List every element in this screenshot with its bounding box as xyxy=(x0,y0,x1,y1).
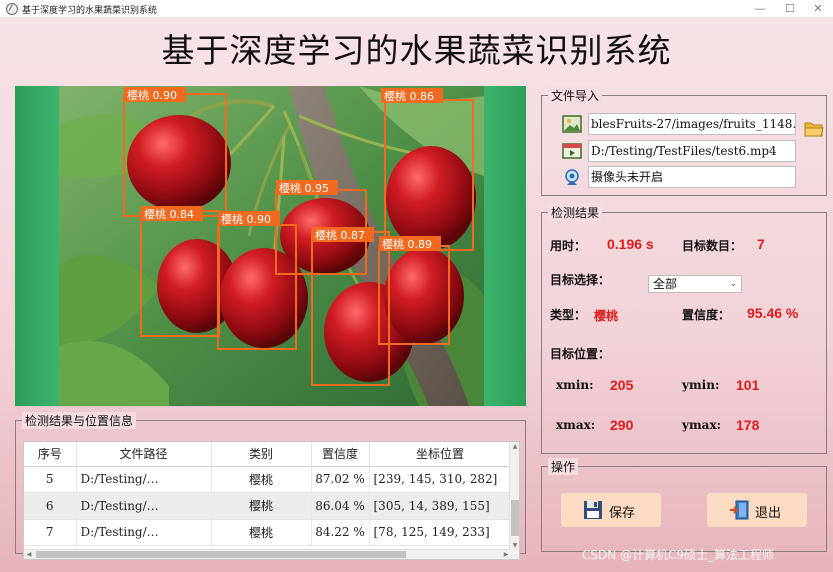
app-icon xyxy=(6,3,18,15)
cherry-photo: 樱桃 0.90 樱桃 0.86 樱桃 0.95 樱桃 0.84 樱桃 0.90 … xyxy=(59,86,484,406)
xmin-value: 205 xyxy=(610,377,634,393)
save-icon xyxy=(584,501,602,519)
save-button[interactable]: 保存 xyxy=(561,493,661,527)
close-button[interactable]: ✕ xyxy=(803,0,833,18)
column-header-index[interactable]: 序号 xyxy=(24,442,77,467)
column-header-confidence[interactable]: 置信度 xyxy=(311,442,370,467)
cell-index: 5 xyxy=(24,466,77,493)
detection-label: 樱桃 0.86 xyxy=(384,89,434,103)
image-path-field[interactable]: blesFruits-27/images/fruits_1148.jpg xyxy=(588,113,796,135)
target-select[interactable]: 全部 ⌄ xyxy=(648,275,742,293)
cell-class: 樱桃 xyxy=(211,466,312,493)
detection-label: 樱桃 0.87 xyxy=(315,228,365,242)
cell-class: 樱桃 xyxy=(211,519,312,546)
maximize-button[interactable]: ☐ xyxy=(775,0,805,18)
table-header-row: 序号 文件路径 类别 置信度 坐标位置 xyxy=(24,442,512,467)
operation-group: 操作 保存 退出 xyxy=(541,458,827,552)
cell-index: 6 xyxy=(24,492,77,520)
table-row[interactable]: 6 D:/Testing/… 樱桃 86.04 % [305, 14, 389,… xyxy=(24,492,512,520)
exit-icon xyxy=(730,500,749,520)
table-vertical-scrollbar[interactable]: ▲ ▼ xyxy=(509,442,519,559)
window-titlebar: 基于深度学习的水果蔬菜识别系统 — ☐ ✕ xyxy=(0,0,833,18)
confidence-value: 95.46 % xyxy=(747,305,799,321)
detection-label: 樱桃 0.84 xyxy=(144,207,194,221)
column-header-class[interactable]: 类别 xyxy=(211,442,312,467)
camera-status-field[interactable]: 摄像头未开启 xyxy=(588,166,796,188)
image-border-right xyxy=(484,86,526,406)
cell-confidence: 86.04 % xyxy=(311,492,370,520)
cell-confidence: 84.22 % xyxy=(311,519,370,546)
target-select-label: 目标选择： xyxy=(550,273,611,287)
cell-path: D:/Testing/… xyxy=(76,492,212,520)
type-value: 樱桃 xyxy=(594,309,619,323)
file-import-title: 文件导入 xyxy=(548,87,603,104)
video-path-field[interactable]: D:/Testing/TestFiles/test6.mp4 xyxy=(588,140,796,162)
scrollbar-thumb[interactable] xyxy=(511,500,519,536)
folder-open-icon[interactable] xyxy=(804,120,824,138)
camera-icon[interactable] xyxy=(562,167,582,187)
cell-path: D:/Testing/… xyxy=(76,519,212,546)
window-title: 基于深度学习的水果蔬菜识别系统 xyxy=(22,6,158,16)
watermark: CSDN @计算机C9硕士_算法工程师 xyxy=(582,548,775,562)
table-row[interactable]: 7 D:/Testing/… 樱桃 84.22 % [78, 125, 149,… xyxy=(24,519,512,546)
column-header-path[interactable]: 文件路径 xyxy=(76,442,212,467)
operation-title: 操作 xyxy=(548,458,579,475)
time-value: 0.196 s xyxy=(607,236,654,252)
cell-class: 樱桃 xyxy=(211,492,312,520)
ymax-label: ymax: xyxy=(682,418,722,432)
xmax-label: xmax: xyxy=(556,418,596,432)
cell-position: [305, 14, 389, 155] xyxy=(369,492,512,520)
cell-position: [78, 125, 149, 233] xyxy=(369,519,512,546)
count-value: 7 xyxy=(757,236,765,252)
save-button-label: 保存 xyxy=(609,506,636,521)
scroll-down-icon[interactable]: ▼ xyxy=(510,541,519,551)
cell-confidence: 87.02 % xyxy=(311,466,370,493)
target-select-value: 全部 xyxy=(653,277,678,291)
minimize-button[interactable]: — xyxy=(745,0,775,18)
video-file-row: D:/Testing/TestFiles/test6.mp4 xyxy=(562,140,802,162)
results-table-group: 检测结果与位置信息 序号 文件路径 类别 置信度 坐标位置 5 D:/Testi… xyxy=(15,412,526,560)
detection-result-title: 检测结果 xyxy=(548,204,603,221)
type-label: 类型： xyxy=(550,308,587,322)
detection-image-panel: 樱桃 0.90 樱桃 0.86 樱桃 0.95 樱桃 0.84 樱桃 0.90 … xyxy=(15,86,526,406)
exit-button[interactable]: 退出 xyxy=(707,493,807,527)
image-file-icon[interactable] xyxy=(562,114,582,134)
results-table-title: 检测结果与位置信息 xyxy=(22,412,137,429)
table-row[interactable]: 5 D:/Testing/… 樱桃 87.02 % [239, 145, 310… xyxy=(24,466,512,493)
cell-path: D:/Testing/… xyxy=(76,466,212,493)
position-label: 目标位置： xyxy=(550,347,611,361)
detection-label: 樱桃 0.90 xyxy=(127,88,177,102)
detection-label: 樱桃 0.90 xyxy=(221,212,271,226)
scroll-left-icon[interactable]: ◀ xyxy=(24,550,34,559)
table-horizontal-scrollbar[interactable]: ◀ ▶ xyxy=(24,549,511,559)
camera-row: 摄像头未开启 xyxy=(562,166,802,188)
detection-label: 樱桃 0.89 xyxy=(382,237,432,251)
ymax-value: 178 xyxy=(736,417,760,433)
xmax-value: 290 xyxy=(610,417,634,433)
xmin-label: xmin: xyxy=(556,378,594,392)
exit-button-label: 退出 xyxy=(755,506,782,521)
results-table: 序号 文件路径 类别 置信度 坐标位置 5 D:/Testing/… 樱桃 87… xyxy=(23,441,520,560)
ymin-value: 101 xyxy=(736,377,760,393)
file-import-group: 文件导入 blesFruits-27/images/fruits_1148.jp… xyxy=(541,87,827,196)
scroll-right-icon[interactable]: ▶ xyxy=(501,550,511,559)
count-label: 目标数目： xyxy=(682,239,743,253)
image-file-row: blesFruits-27/images/fruits_1148.jpg xyxy=(562,113,802,135)
cell-position: [239, 145, 310, 282] xyxy=(369,466,512,493)
scrollbar-thumb[interactable] xyxy=(36,551,406,558)
column-header-position[interactable]: 坐标位置 xyxy=(369,442,512,467)
chevron-down-icon: ⌄ xyxy=(729,279,737,289)
ymin-label: ymin: xyxy=(682,378,720,392)
detection-label: 樱桃 0.95 xyxy=(279,181,329,195)
detection-result-group: 检测结果 用时： 0.196 s 目标数目： 7 目标选择： 全部 ⌄ 类型： … xyxy=(541,204,827,454)
image-border-left xyxy=(15,86,59,406)
video-file-icon[interactable] xyxy=(562,141,582,161)
confidence-label: 置信度： xyxy=(682,308,731,322)
detection-image: 樱桃 0.90 樱桃 0.86 樱桃 0.95 樱桃 0.84 樱桃 0.90 … xyxy=(59,86,484,406)
cell-index: 7 xyxy=(24,519,77,546)
scroll-up-icon[interactable]: ▲ xyxy=(510,442,519,452)
time-label: 用时： xyxy=(550,239,587,253)
page-title: 基于深度学习的水果蔬菜识别系统 xyxy=(161,31,672,70)
